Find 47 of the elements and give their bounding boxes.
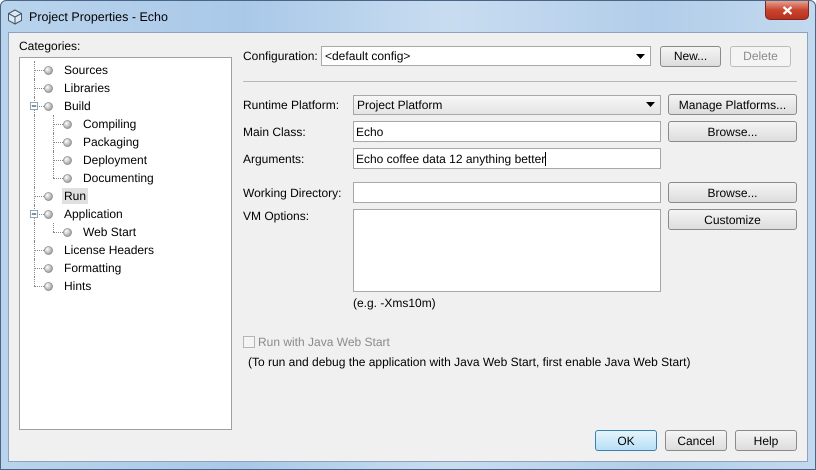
category-item[interactable]: Compiling <box>81 116 138 132</box>
collapse-icon[interactable] <box>30 102 38 110</box>
configuration-dropdown[interactable]: <default config> <box>321 46 651 66</box>
category-item[interactable]: Build <box>62 98 93 114</box>
category-item[interactable]: Application <box>62 206 125 222</box>
text-field[interactable]: Echo coffee data 12 anything better <box>353 148 661 169</box>
category-item[interactable]: Documenting <box>81 170 156 186</box>
field-label: Arguments: <box>243 152 306 166</box>
category-item[interactable]: Packaging <box>81 134 142 150</box>
category-item[interactable]: Deployment <box>81 152 150 168</box>
field-label: Main Class: <box>243 124 307 138</box>
dialog-button[interactable]: Help <box>735 430 797 451</box>
close-button[interactable] <box>765 1 809 20</box>
text-field[interactable]: Echo <box>353 121 661 142</box>
dialog-button[interactable]: Cancel <box>665 430 727 451</box>
platform-dropdown[interactable]: Project Platform <box>353 94 661 114</box>
field-button[interactable]: Browse... <box>668 121 797 142</box>
field-label: VM Options: <box>243 209 310 223</box>
category-item[interactable]: Libraries <box>62 80 112 96</box>
note-text: (To run and debug the application with Java Web Start, first enable Java Web Start) <box>247 355 692 369</box>
dropdown-arrow-icon[interactable] <box>636 54 645 58</box>
category-item[interactable]: Hints <box>62 278 94 294</box>
field-value: Echo coffee data 12 anything better <box>356 152 546 166</box>
field-button[interactable]: Customize <box>668 209 797 230</box>
dropdown-value: Project Platform <box>357 98 444 112</box>
dialog-button[interactable]: OK <box>595 430 657 451</box>
field-button[interactable]: Manage Platforms... <box>668 94 797 115</box>
category-item[interactable]: Web Start <box>81 224 138 240</box>
close-icon <box>782 6 792 14</box>
category-item[interactable]: License Headers <box>62 242 156 258</box>
dropdown-value: <default config> <box>325 49 412 63</box>
field-button[interactable]: Browse... <box>668 182 797 203</box>
categories-label: Categories: <box>19 39 82 54</box>
checkbox-label: Run with Java Web Start <box>258 335 390 349</box>
dropdown-arrow-icon[interactable] <box>646 102 655 107</box>
window-title: Project Properties - Echo <box>29 10 168 24</box>
category-item[interactable]: Formatting <box>62 260 124 276</box>
field-label: Runtime Platform: <box>243 98 340 112</box>
field-value: Echo <box>356 124 384 138</box>
text-field[interactable] <box>353 182 661 203</box>
cube-icon <box>7 8 23 24</box>
collapse-icon[interactable] <box>30 210 38 218</box>
hint-text: (e.g. -Xms10m) <box>353 296 437 310</box>
category-item[interactable]: Run <box>62 188 88 204</box>
field-label: Working Directory: <box>243 186 342 200</box>
config-button[interactable]: New... <box>660 46 721 66</box>
category-item[interactable]: Sources <box>62 62 110 78</box>
